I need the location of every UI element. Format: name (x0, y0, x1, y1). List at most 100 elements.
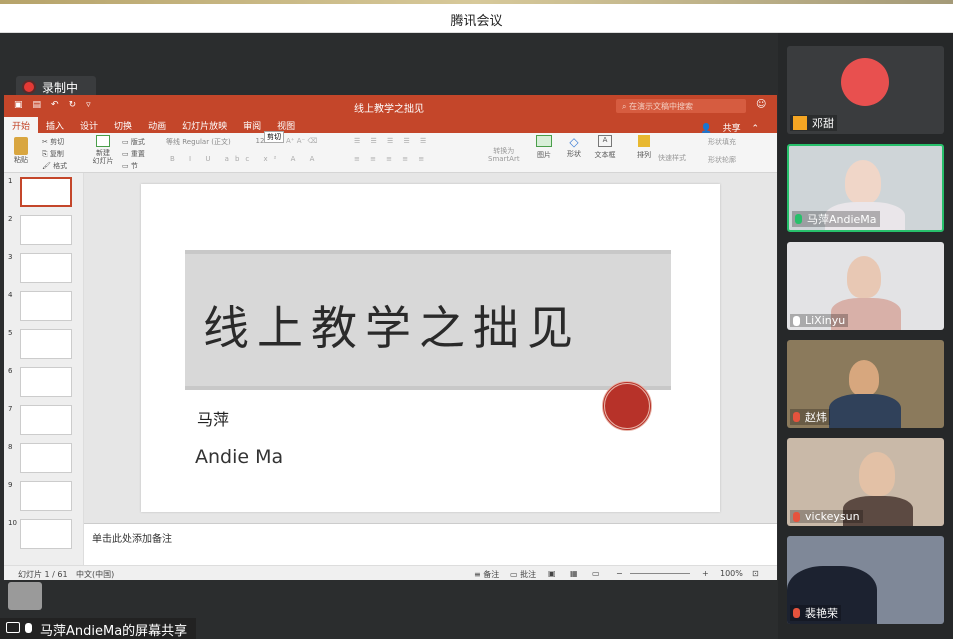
arrange-icon (638, 135, 650, 147)
cut-button[interactable]: ✂ 剪切 (42, 136, 67, 148)
copy-button[interactable]: ⎘ 复制 (42, 148, 67, 160)
font-name-select[interactable]: 等线 Regular (正文) (166, 137, 250, 148)
tab-slideshow[interactable]: 幻灯片放映 (174, 117, 235, 133)
slide-number: 8 (8, 443, 13, 451)
participant-video (829, 394, 901, 428)
participant-video (859, 452, 895, 496)
search-input[interactable]: ⌕ 在演示文稿中搜索 (616, 99, 746, 113)
shapes-button[interactable]: ◇ 形状 (562, 135, 586, 159)
customize-icon[interactable]: ▿ (86, 100, 91, 110)
paragraph-buttons[interactable]: ☰ ☰ ☰ ☰ ☰ (354, 137, 430, 145)
participant-name: 赵炜 (790, 409, 830, 425)
new-slide-icon (96, 135, 110, 147)
slides-group: ▭ 版式 ▭ 重置 ▭ 节 (122, 136, 145, 172)
participant-tile[interactable]: vickeysun (787, 438, 944, 526)
reading-view-icon[interactable]: ▭ (592, 569, 600, 578)
participant-tile[interactable]: LiXinyu (787, 242, 944, 330)
new-slide-button[interactable]: 新建 幻灯片 (90, 135, 116, 165)
list-overlay-icon[interactable] (8, 582, 42, 610)
slide-thumbnail[interactable] (20, 291, 72, 321)
format-painter-button[interactable]: 🖌 格式 (42, 160, 67, 172)
participant-tile[interactable]: 裴艳荣 (787, 536, 944, 624)
slide-thumbnail[interactable] (20, 329, 72, 359)
clipboard-icon (14, 137, 28, 155)
tab-design[interactable]: 设计 (72, 117, 106, 133)
tab-transitions[interactable]: 切换 (106, 117, 140, 133)
section-label: 节 (130, 162, 138, 170)
layout-button[interactable]: ▭ 版式 (122, 136, 145, 148)
slide-thumbnail[interactable] (20, 367, 72, 397)
slide-thumbnails-pane[interactable]: 1 2 3 4 5 6 7 8 9 10 (4, 173, 84, 565)
format-label: 格式 (53, 162, 68, 170)
participant-tile-active-speaker[interactable]: 马萍AndieMa (787, 144, 944, 232)
save-icon[interactable]: ▤ (33, 100, 42, 110)
reset-button[interactable]: ▭ 重置 (122, 148, 145, 160)
zoom-out-icon[interactable]: − (616, 569, 623, 578)
picture-label: 图片 (537, 151, 551, 159)
slide-thumbnail[interactable] (20, 253, 72, 283)
arrange-button[interactable]: 排列 (632, 135, 656, 160)
font-size-buttons[interactable]: A⁺ A⁻ ⌫ (286, 137, 317, 145)
notes-pane[interactable]: 单击此处添加备注 (84, 523, 777, 565)
smiley-icon[interactable]: ☺ (756, 99, 766, 110)
avatar (841, 58, 889, 106)
slide-thumbnail[interactable] (20, 177, 72, 207)
cut-label: 剪切 (50, 138, 65, 146)
quick-styles-button[interactable]: 快速样式 (658, 153, 686, 163)
tab-home[interactable]: 开始 (4, 117, 39, 133)
mic-muted-icon (793, 412, 800, 422)
textbox-button[interactable]: A 文本框 (592, 135, 618, 160)
mic-icon (793, 315, 800, 326)
tab-animations[interactable]: 动画 (140, 117, 174, 133)
fit-slide-icon[interactable]: ⊡ (752, 569, 759, 578)
picture-button[interactable]: 图片 (532, 135, 556, 160)
slide-thumbnail[interactable] (20, 519, 72, 549)
search-placeholder: 在演示文稿中搜索 (629, 102, 694, 111)
sidebar-toggle-icon[interactable]: ▣ (14, 100, 23, 110)
participant-tile[interactable]: 赵炜 (787, 340, 944, 428)
font-format-buttons[interactable]: B I U abc x² A A (170, 155, 320, 163)
current-slide[interactable]: 线上教学之拙见 马萍 Andie Ma (141, 184, 720, 512)
slide-number: 2 (8, 215, 13, 223)
participant-tile[interactable]: 邓甜 (787, 46, 944, 134)
comments-label: 批注 (520, 570, 537, 579)
shape-fill-button[interactable]: 形状填充 (708, 137, 736, 147)
title-bar: 腾讯会议 (0, 4, 953, 33)
slide-canvas[interactable]: 线上教学之拙见 马萍 Andie Ma (84, 173, 777, 523)
section-button[interactable]: ▭ 节 (122, 160, 145, 172)
slide-thumbnail[interactable] (20, 443, 72, 473)
participants-panel: 邓甜 马萍AndieMa LiXinyu 赵炜 vickeysun 裴艳荣 (778, 33, 953, 639)
reset-label: 重置 (130, 150, 145, 158)
paste-button[interactable]: 粘贴 (10, 137, 32, 165)
participant-name: 裴艳荣 (790, 605, 841, 621)
shapes-icon: ◇ (569, 135, 579, 149)
mic-icon (795, 214, 802, 224)
sorter-view-icon[interactable]: ▦ (570, 569, 578, 578)
comments-button[interactable]: ▭ 批注 (510, 569, 536, 580)
tab-insert[interactable]: 插入 (38, 117, 72, 133)
status-bar: 幻灯片 1 / 61 中文(中国) ≡ 备注 ▭ 批注 ▣ ▦ ▭ − + 10… (4, 565, 777, 580)
alignment-buttons[interactable]: ≡ ≡ ≡ ≡ ≡ (354, 155, 428, 163)
slide-thumbnail[interactable] (20, 405, 72, 435)
normal-view-icon[interactable]: ▣ (548, 569, 556, 578)
zoom-slider[interactable] (630, 573, 690, 574)
document-title: 线上教学之拙见 (354, 104, 424, 115)
slide-number: 6 (8, 367, 13, 375)
zoom-in-icon[interactable]: + (702, 569, 709, 578)
participant-name: vickeysun (790, 510, 863, 523)
slide-thumbnail[interactable] (20, 481, 72, 511)
shape-outline-button[interactable]: 形状轮廓 (708, 155, 736, 165)
convert-smartart-button[interactable]: 转换为 SmartArt (488, 147, 520, 163)
participant-video (849, 360, 879, 396)
slide-thumbnail[interactable] (20, 215, 72, 245)
redo-icon[interactable]: ↻ (69, 100, 77, 110)
ribbon-tabs: 开始 插入 设计 切换 动画 幻灯片放映 审阅 视图 👤 共享 ⌃ (4, 117, 777, 134)
participant-name: LiXinyu (790, 314, 849, 327)
undo-icon[interactable]: ↶ (51, 100, 59, 110)
slide-number: 4 (8, 291, 13, 299)
arrange-label: 排列 (637, 151, 651, 159)
notes-button[interactable]: ≡ 备注 (474, 569, 499, 580)
red-seal-stamp (602, 381, 652, 431)
powerpoint-window: ▣ ▤ ↶ ↻ ▿ 线上教学之拙见 ⌕ 在演示文稿中搜索 ☺ 开始 插入 设计 … (4, 95, 777, 610)
participant-name-label: LiXinyu (805, 314, 846, 327)
